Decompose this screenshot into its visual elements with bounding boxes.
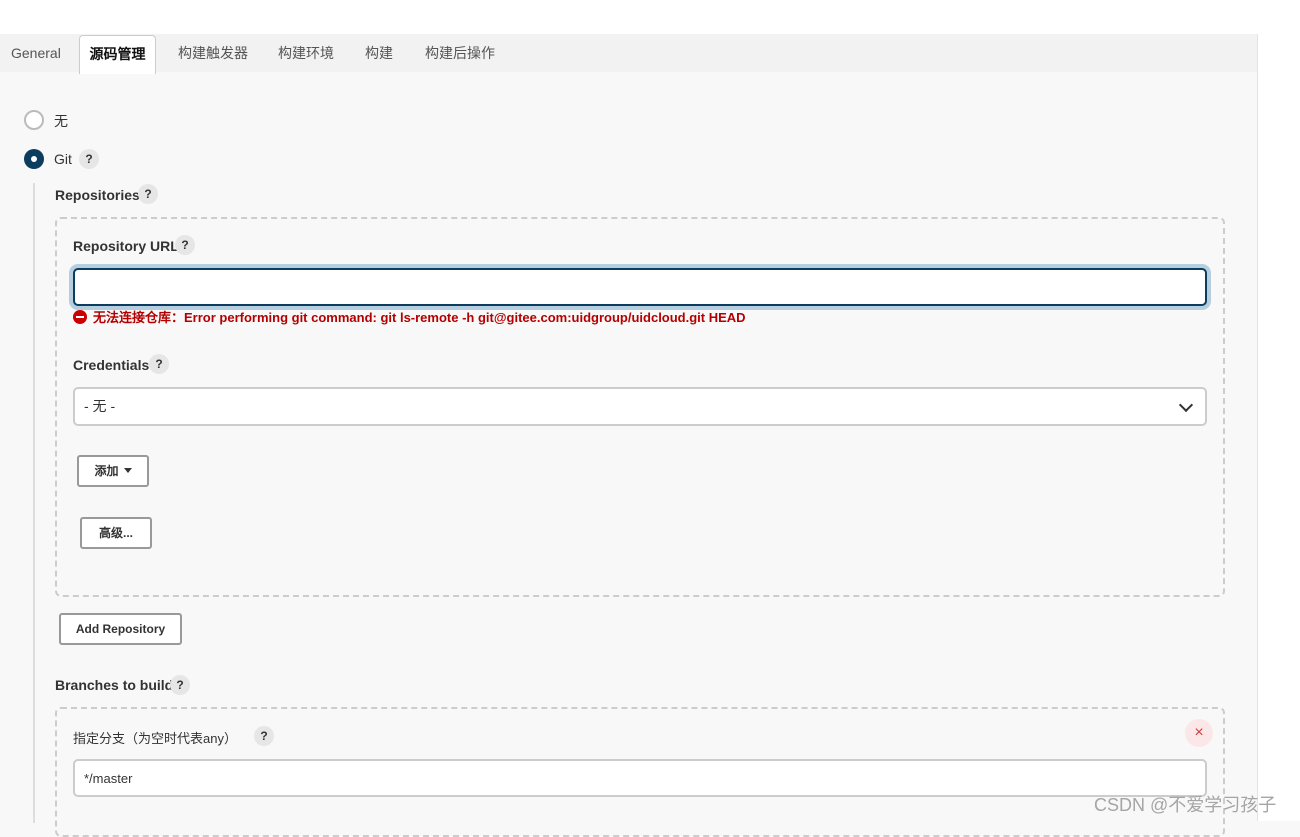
scm-none-radio[interactable] — [24, 110, 44, 130]
help-icon[interactable]: ? — [149, 354, 169, 374]
git-section-indent-line — [33, 183, 35, 823]
credentials-label: Credentials — [73, 357, 150, 373]
caret-down-icon — [123, 468, 132, 473]
tab-build[interactable]: 构建 — [365, 34, 393, 72]
scm-git-radio[interactable] — [24, 149, 44, 169]
tab-general[interactable]: General — [11, 34, 61, 72]
repository-url-label: Repository URL — [73, 238, 179, 254]
right-margin — [1257, 34, 1300, 821]
repository-error-message: 无法连接仓库：Error performing git command: git… — [73, 307, 746, 326]
help-icon[interactable]: ? — [254, 726, 274, 746]
watermark: CSDN @不爱学习孩子 — [1094, 795, 1277, 815]
scm-none-label: 无 — [54, 113, 68, 129]
tab-source-code-management[interactable]: 源码管理 — [79, 35, 156, 74]
help-icon[interactable]: ? — [79, 149, 99, 169]
help-icon[interactable]: ? — [175, 235, 195, 255]
advanced-button[interactable]: 高级... — [80, 517, 152, 549]
error-icon — [73, 310, 87, 324]
chevron-down-icon — [1178, 397, 1194, 413]
branch-specifier-label: 指定分支（为空时代表any） — [73, 731, 237, 746]
credentials-selected-value: - 无 - — [84, 398, 116, 414]
tab-build-environment[interactable]: 构建环境 — [278, 34, 334, 72]
tab-build-triggers[interactable]: 构建触发器 — [178, 34, 248, 72]
scm-git-label: Git — [54, 151, 72, 167]
tab-post-build-actions[interactable]: 构建后操作 — [425, 34, 495, 72]
add-repository-button[interactable]: Add Repository — [59, 613, 182, 645]
credentials-select[interactable]: - 无 - — [73, 387, 1207, 426]
help-icon[interactable]: ? — [138, 184, 158, 204]
help-icon[interactable]: ? — [170, 675, 190, 695]
close-icon[interactable]: × — [1185, 719, 1213, 747]
add-credentials-label: 添加 — [94, 464, 119, 478]
error-text: 无法连接仓库：Error performing git command: git… — [93, 310, 746, 325]
config-tab-bar: General 源码管理 构建触发器 构建环境 构建 构建后操作 — [0, 34, 1257, 74]
add-credentials-button[interactable]: 添加 — [77, 455, 149, 487]
page-header-area — [0, 0, 1300, 34]
repository-url-input[interactable] — [73, 268, 1207, 306]
branch-specifier-input[interactable] — [73, 759, 1207, 797]
repositories-label: Repositories — [55, 187, 140, 203]
branches-to-build-label: Branches to build — [55, 677, 174, 693]
